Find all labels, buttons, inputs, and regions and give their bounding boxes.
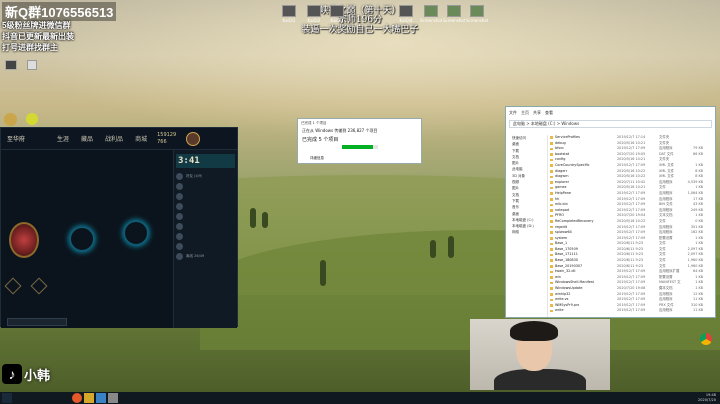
file-explorer-window[interactable]: 文件 主页 共享 查看 此电脑 > 本地磁盘 (C:) > Windows 快速… <box>505 106 716 318</box>
taskbar-app-icon[interactable] <box>72 393 82 403</box>
champion-portrait[interactable] <box>9 222 39 258</box>
address-bar[interactable]: 此电脑 > 本地磁盘 (C:) > Windows <box>509 120 712 128</box>
copy-status: 正在从 Windows 传输到 236,827 个项目 <box>302 128 378 133</box>
desktop-icon[interactable]: KaiQi2 <box>303 5 325 23</box>
lemon-icon[interactable] <box>26 113 38 125</box>
clock: 19:48 2020/7/20 <box>698 393 716 403</box>
webcam-overlay <box>470 319 610 390</box>
friends-panel: 3:41 好友 (4/9) 离线 26/49 <box>173 150 237 328</box>
friend-avatar <box>176 193 183 200</box>
tab-store[interactable]: 商城 <box>129 134 153 143</box>
chrome-icon[interactable] <box>700 333 712 345</box>
streamer-name: 小韩 <box>24 367 51 383</box>
friends-count: 好友 (4/9) <box>186 174 203 178</box>
overlay-line-3: 打号进群找群主 <box>2 43 58 52</box>
file-list: ServiceProfiles 2019/12/7 17:14 文件夹 debug 20… <box>549 135 715 317</box>
empty-slot[interactable] <box>123 220 149 246</box>
friend-avatar <box>176 203 183 210</box>
friend-avatar <box>176 253 183 260</box>
desktop-icon[interactable]: Screenshot <box>443 5 465 23</box>
tab-collection[interactable]: 藏品 <box>75 134 99 143</box>
queue-timer: 3:41 <box>178 156 200 166</box>
lol-logo-icon[interactable] <box>4 113 17 126</box>
desktop-icon[interactable]: KaiQi1 <box>278 5 300 23</box>
desktop-icon[interactable]: KaiQi4 <box>395 5 417 23</box>
desktop-icon[interactable]: Screenshot <box>466 5 488 23</box>
file-date: 2019/12/7 17:09 <box>617 308 646 313</box>
friend-avatar <box>176 183 183 190</box>
friend-avatar <box>176 173 183 180</box>
tiktok-logo-icon: ♪ <box>2 364 22 384</box>
league-client-window[interactable]: 至华府 生涯 藏品 战利品 商城 159129 766 3:41 好友 (4/9… <box>0 127 238 328</box>
copy-progress-bar <box>342 145 378 149</box>
tab-home[interactable]: 至华府 <box>1 134 31 143</box>
nav-item[interactable]: 网络 <box>506 229 547 235</box>
overlay-goal: 装逼一次奖励自己一大嘴巴子 <box>301 25 419 35</box>
currency-display: 159129 766 <box>157 132 176 146</box>
taskbar: 19:48 2020/7/20 <box>0 392 720 404</box>
ribbon: 文件 主页 共享 查看 <box>506 107 715 119</box>
offline-count: 离线 26/49 <box>186 254 205 258</box>
ribbon-share[interactable]: 共享 <box>533 110 541 116</box>
ribbon-home[interactable]: 主页 <box>521 110 529 116</box>
nav-pane: 快速访问 桌面 下载 文档 图片 此电脑 3D 对象 视频 图片 文档 下载 音乐 桌面 本地磁盘 (C:… <box>506 135 548 317</box>
file-type: 应用程序 <box>659 308 673 313</box>
tab-profile[interactable]: 生涯 <box>51 134 75 143</box>
copy-count: 已完成 5 个项目 <box>302 137 339 143</box>
copy-progress-dialog[interactable]: 已完成 1 个项目 正在从 Windows 传输到 236,827 个项目 已完… <box>297 118 422 164</box>
taskbar-app-icon[interactable] <box>96 393 106 403</box>
taskbar-app-icon[interactable] <box>84 393 94 403</box>
friend-avatar <box>176 223 183 230</box>
friend-avatar <box>176 213 183 220</box>
tab-loot[interactable]: 战利品 <box>99 134 129 143</box>
desktop-icon[interactable]: KaiQi3 <box>326 5 348 23</box>
tiktok-watermark: ♪ 小韩 <box>2 364 50 384</box>
clock-date: 2020/7/20 <box>698 398 716 402</box>
start-icon[interactable] <box>2 393 12 403</box>
empty-slot[interactable] <box>69 226 95 252</box>
lobby-area <box>1 150 173 328</box>
file-size: 11 KB <box>693 308 703 313</box>
file-row[interactable]: write 2019/12/7 17:09 应用程序 11 KB <box>549 308 715 314</box>
dialog-title: 已完成 1 个项目 <box>301 121 327 125</box>
ribbon-view[interactable]: 查看 <box>545 110 553 116</box>
riot-points: 766 <box>157 138 167 145</box>
queue-panel: 3:41 <box>174 150 237 170</box>
desktop-app-icon[interactable] <box>5 60 17 70</box>
friend-avatar <box>176 243 183 250</box>
position-icon[interactable] <box>4 277 22 295</box>
desktop-icon[interactable]: Screenshot <box>420 5 442 23</box>
friend-avatar <box>176 233 183 240</box>
ribbon-file[interactable]: 文件 <box>509 110 517 116</box>
file-name: write <box>549 308 617 314</box>
blue-essence: 159129 <box>157 131 177 138</box>
desktop-app-icon[interactable] <box>27 60 37 70</box>
avatar[interactable] <box>186 131 201 146</box>
details-toggle[interactable]: 详细信息 <box>306 156 328 161</box>
chat-input[interactable] <box>7 318 67 326</box>
position-icon[interactable] <box>30 277 48 295</box>
taskbar-app-icon[interactable] <box>108 393 118 403</box>
